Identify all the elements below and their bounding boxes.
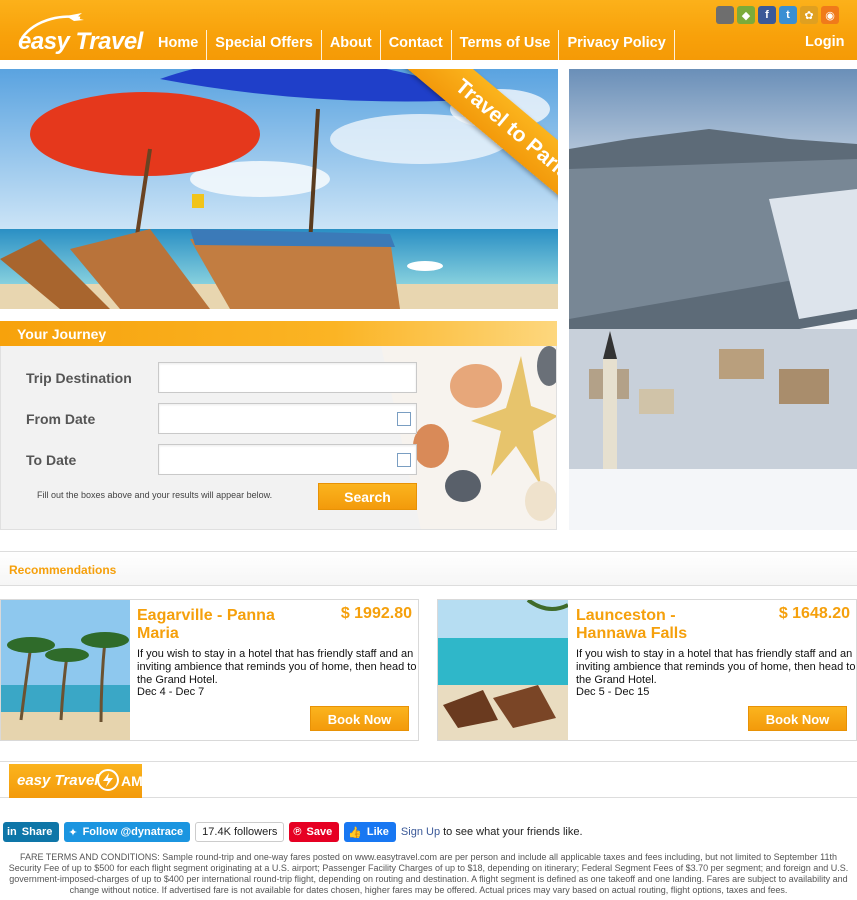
winter-village-image [569, 69, 857, 530]
pinterest-icon: ℗ [293, 826, 302, 838]
book-now-button[interactable]: Book Now [748, 706, 847, 731]
card-price: $ 1648.20 [778, 605, 850, 622]
twitter-label: Follow @dynatrace [82, 826, 184, 838]
palm-beach-image [1, 600, 130, 740]
card-title[interactable]: Launceston - Hannawa Falls [576, 607, 736, 643]
site-header: easy Travel ◆ f t ✿ ◉ Home Special Offer… [0, 0, 857, 60]
to-date-input[interactable] [158, 444, 417, 475]
recommendations-bar: Recommendations [0, 551, 857, 586]
recommendation-card: Launceston - Hannawa Falls $ 1648.20 If … [437, 599, 857, 741]
social-icons: ◆ f t ✿ ◉ [716, 6, 839, 24]
apple-icon[interactable] [716, 6, 734, 24]
lightning-icon [97, 769, 119, 791]
card-description: If you wish to stay in a hotel that has … [576, 648, 856, 686]
trip-destination-input[interactable] [158, 362, 417, 393]
facebook-signup-text: Sign Up to see what your friends like. [401, 826, 583, 838]
share-row: in Share ✦ Follow @dynatrace 17.4K follo… [3, 822, 583, 842]
nav-special-offers[interactable]: Special Offers [207, 30, 322, 60]
form-hint: Fill out the boxes above and your result… [37, 490, 273, 500]
hero-beach-image: Travel to Paris [0, 69, 558, 309]
nav-home[interactable]: Home [150, 30, 208, 60]
pinterest-save-button[interactable]: ℗ Save [289, 822, 340, 842]
rss-icon[interactable]: ◉ [821, 6, 839, 24]
twitter-icon: ✦ [68, 826, 78, 839]
twitter-follow-button[interactable]: ✦ Follow @dynatrace [64, 822, 191, 842]
facebook-icon[interactable]: f [758, 6, 776, 24]
linkedin-share-button[interactable]: in Share [3, 822, 60, 842]
facebook-label: Like [366, 826, 389, 838]
from-date-label: From Date [26, 411, 96, 427]
nav-about[interactable]: About [322, 30, 381, 60]
followers-count[interactable]: 17.4K followers [195, 822, 285, 842]
card-description: If you wish to stay in a hotel that has … [137, 648, 417, 686]
android-icon[interactable]: ◆ [737, 6, 755, 24]
search-button[interactable]: Search [318, 483, 417, 510]
journey-title: Your Journey [17, 326, 107, 342]
signup-link[interactable]: Sign Up [401, 826, 440, 838]
winter-scene [569, 69, 857, 530]
login-link[interactable]: Login [805, 34, 844, 50]
facebook-like-button[interactable]: 👍 Like [344, 822, 396, 842]
logo-text: easy Travel [18, 28, 143, 55]
nav-terms-of-use[interactable]: Terms of Use [452, 30, 560, 60]
linkedin-label: Share [21, 826, 53, 838]
nav-privacy-policy[interactable]: Privacy Policy [559, 30, 675, 60]
trip-destination-label: Trip Destination [26, 370, 132, 386]
recommendations-title: Recommendations [9, 563, 117, 577]
beach-loungers-image [438, 600, 568, 740]
ribbon-wrap: Travel to Paris [368, 69, 558, 239]
card-dates: Dec 4 - Dec 7 [137, 686, 205, 698]
amp-bar: easy Travel AMP [0, 761, 857, 798]
recommendation-card: Eagarville - Panna Maria $ 1992.80 If yo… [0, 599, 419, 741]
nav-contact[interactable]: Contact [381, 30, 452, 60]
fare-terms: FARE TERMS AND CONDITIONS: Sample round-… [8, 852, 849, 895]
linkedin-icon: in [7, 826, 17, 838]
calendar-icon[interactable] [397, 412, 411, 426]
amp-label: AMP [121, 773, 153, 789]
main-nav: Home Special Offers About Contact Terms … [150, 30, 675, 60]
easy-travel-amp-logo[interactable]: easy Travel AMP [9, 764, 152, 798]
twitter-icon[interactable]: t [779, 6, 797, 24]
amp-logo-text: easy Travel [17, 772, 99, 789]
widget-icon[interactable]: ✿ [800, 6, 818, 24]
thumbs-up-icon: 👍 [348, 826, 362, 839]
card-title[interactable]: Eagarville - Panna Maria [137, 607, 297, 643]
to-date-label: To Date [26, 452, 77, 468]
signup-text: to see what your friends like. [440, 826, 583, 838]
book-now-button[interactable]: Book Now [310, 706, 409, 731]
from-date-input[interactable] [158, 403, 417, 434]
pinterest-label: Save [306, 826, 333, 838]
travel-to-paris-ribbon[interactable]: Travel to Paris [403, 69, 558, 227]
card-dates: Dec 5 - Dec 15 [576, 686, 650, 698]
easy-travel-logo[interactable]: easy Travel [16, 12, 143, 56]
card-price: $ 1992.80 [340, 605, 412, 622]
journey-header: Your Journey [0, 321, 557, 346]
calendar-icon[interactable] [397, 453, 411, 467]
